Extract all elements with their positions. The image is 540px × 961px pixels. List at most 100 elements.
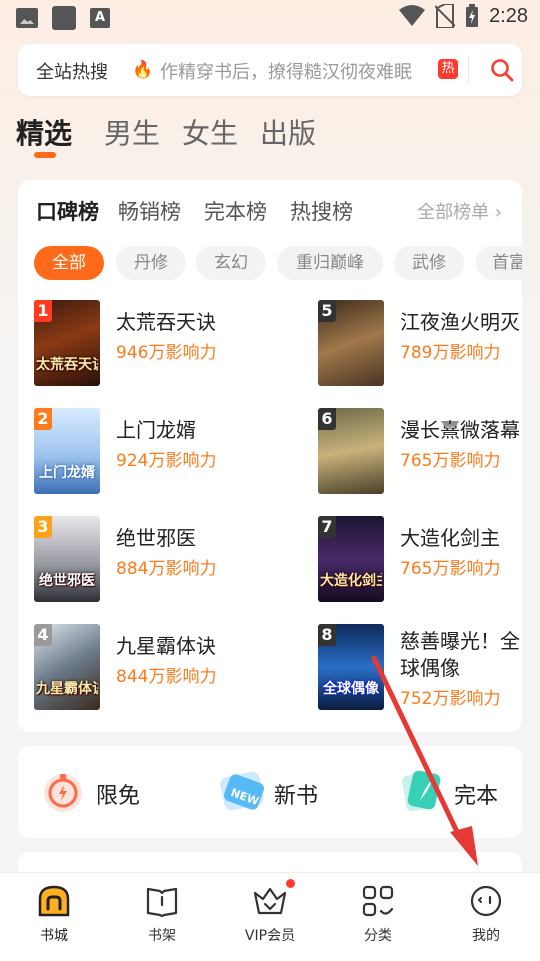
rank-number: 1 bbox=[34, 300, 52, 322]
status-bar: A 2:28 bbox=[0, 0, 540, 36]
nav-label: VIP会员 bbox=[244, 928, 296, 944]
search-bar[interactable]: 全站热搜 🔥 作精穿书后，撩得糙汉彻夜难眠 热 bbox=[18, 44, 522, 96]
rank-number: 5 bbox=[318, 300, 336, 322]
rank-number: 6 bbox=[318, 408, 336, 430]
tab-publish[interactable]: 出版 bbox=[260, 112, 316, 152]
clock: 2:28 bbox=[489, 4, 528, 27]
search-icon[interactable] bbox=[490, 58, 514, 82]
stopwatch-icon bbox=[44, 774, 82, 812]
no-sim-icon bbox=[435, 4, 456, 28]
notification-dot bbox=[286, 879, 295, 888]
book-item[interactable]: 7 大造化剑主 大造化剑主 765万影响力 bbox=[318, 516, 522, 604]
search-divider bbox=[468, 56, 469, 84]
rank-tab-hot-search[interactable]: 热搜榜 bbox=[290, 196, 353, 226]
book-item[interactable]: 5 江夜渔火明灭 789万影响力 bbox=[318, 300, 522, 388]
book-influence: 765万影响力 bbox=[400, 451, 501, 471]
ranking-card: 口碑榜 畅销榜 完本榜 热搜榜 全部榜单 › 全部 丹修 玄幻 重归巅峰 武修 … bbox=[18, 180, 522, 732]
cover-title: 九星霸体诀 bbox=[36, 681, 98, 697]
hot-search-label: 全站热搜 bbox=[36, 62, 108, 83]
search-input[interactable]: 作精穿书后，撩得糙汉彻夜难眠 bbox=[160, 58, 430, 84]
feature-new[interactable]: NEW 新书 bbox=[218, 768, 358, 816]
chip-martial[interactable]: 武修 bbox=[394, 246, 464, 280]
nav-category[interactable]: 分类 bbox=[324, 873, 432, 961]
vip-crown-icon bbox=[253, 887, 287, 915]
chip-richest[interactable]: 首富 bbox=[476, 246, 522, 280]
hot-badge: 热 bbox=[438, 59, 458, 79]
battery-charging-icon bbox=[466, 4, 479, 27]
rank-tab-completed[interactable]: 完本榜 bbox=[204, 196, 267, 226]
book-cover[interactable]: 1 太荒吞天诀 bbox=[34, 300, 100, 386]
category-grid-icon bbox=[362, 885, 394, 917]
feature-completed[interactable]: 完本 bbox=[398, 768, 518, 816]
book-item[interactable]: 4 九星霸体诀 九星霸体诀 844万影响力 bbox=[34, 624, 274, 712]
nav-label: 分类 bbox=[364, 928, 392, 944]
book-feather-icon bbox=[402, 770, 441, 812]
nav-profile[interactable]: 我的 bbox=[432, 873, 540, 961]
book-cover[interactable]: 5 bbox=[318, 300, 384, 386]
book-title[interactable]: 慈善曝光！全球偶像 bbox=[400, 628, 522, 682]
chip-fantasy[interactable]: 玄幻 bbox=[196, 246, 266, 280]
book-influence: 884万影响力 bbox=[116, 559, 217, 579]
book-cover[interactable]: 8 全球偶像 bbox=[318, 624, 384, 710]
font-notification-icon: A bbox=[90, 8, 110, 28]
feature-label: 限免 bbox=[96, 784, 141, 809]
rank-number: 7 bbox=[318, 516, 336, 538]
chip-alchemy[interactable]: 丹修 bbox=[116, 246, 186, 280]
book-title[interactable]: 上门龙婿 bbox=[116, 414, 276, 443]
nav-label: 书城 bbox=[40, 928, 68, 944]
new-tag-icon: NEW bbox=[220, 771, 265, 811]
book-influence: 789万影响力 bbox=[400, 343, 501, 363]
app-notification-icon bbox=[52, 6, 76, 30]
book-item[interactable]: 6 漫长熹微落幕 765万影响力 bbox=[318, 408, 522, 496]
tab-male[interactable]: 男生 bbox=[104, 112, 160, 152]
chip-return-peak[interactable]: 重归巅峰 bbox=[277, 246, 383, 280]
rank-number: 2 bbox=[34, 408, 52, 430]
book-influence: 844万影响力 bbox=[116, 667, 217, 687]
cover-title: 上门龙婿 bbox=[39, 465, 95, 481]
tab-indicator bbox=[34, 152, 56, 158]
rank-number: 4 bbox=[34, 624, 52, 646]
book-item[interactable]: 8 全球偶像 慈善曝光！全球偶像 752万影响力 bbox=[318, 624, 522, 712]
book-item[interactable]: 1 太荒吞天诀 太荒吞天诀 946万影响力 bbox=[34, 300, 274, 388]
nav-bookshelf[interactable]: 书架 bbox=[108, 873, 216, 961]
feature-label: 新书 bbox=[274, 784, 319, 809]
book-influence: 765万影响力 bbox=[400, 559, 501, 579]
rank-number: 3 bbox=[34, 516, 52, 538]
book-cover[interactable]: 6 bbox=[318, 408, 384, 494]
tab-female[interactable]: 女生 bbox=[182, 112, 238, 152]
book-item[interactable]: 2 上门龙婿 上门龙婿 924万影响力 bbox=[34, 408, 274, 496]
all-rankings-link[interactable]: 全部榜单 › bbox=[417, 198, 502, 224]
cover-title: 太荒吞天诀 bbox=[36, 357, 98, 373]
book-item[interactable]: 3 绝世邪医 绝世邪医 884万影响力 bbox=[34, 516, 274, 604]
profile-face-icon bbox=[470, 885, 502, 917]
fire-icon: 🔥 bbox=[132, 60, 154, 80]
feature-free[interactable]: 限免 bbox=[40, 768, 180, 816]
nav-vip[interactable]: VIP会员 bbox=[216, 873, 324, 961]
tab-featured[interactable]: 精选 bbox=[16, 112, 72, 152]
feature-shortcuts: 限免 NEW 新书 完本 bbox=[18, 746, 522, 838]
bookstore-icon bbox=[38, 885, 70, 917]
book-influence: 946万影响力 bbox=[116, 343, 217, 363]
book-title[interactable]: 大造化剑主 bbox=[400, 522, 522, 551]
nav-label: 我的 bbox=[472, 928, 500, 944]
book-title[interactable]: 九星霸体诀 bbox=[116, 630, 276, 659]
book-title[interactable]: 江夜渔火明灭 bbox=[400, 306, 522, 335]
book-title[interactable]: 太荒吞天诀 bbox=[116, 306, 276, 335]
chip-all[interactable]: 全部 bbox=[34, 246, 104, 280]
book-title[interactable]: 绝世邪医 bbox=[116, 522, 276, 551]
cover-title: 绝世邪医 bbox=[39, 573, 95, 589]
cover-title: 大造化剑主 bbox=[320, 573, 382, 589]
rank-tab-bestseller[interactable]: 畅销榜 bbox=[118, 196, 181, 226]
rank-number: 8 bbox=[318, 624, 336, 646]
book-title[interactable]: 漫长熹微落幕 bbox=[400, 414, 522, 443]
book-influence: 924万影响力 bbox=[116, 451, 217, 471]
book-cover[interactable]: 3 绝世邪医 bbox=[34, 516, 100, 602]
nav-label: 书架 bbox=[148, 928, 176, 944]
book-cover[interactable]: 4 九星霸体诀 bbox=[34, 624, 100, 710]
rank-tab-reputation[interactable]: 口碑榜 bbox=[36, 196, 99, 226]
genre-chips: 全部 丹修 玄幻 重归巅峰 武修 首富 bbox=[34, 246, 522, 280]
book-cover[interactable]: 2 上门龙婿 bbox=[34, 408, 100, 494]
book-cover[interactable]: 7 大造化剑主 bbox=[318, 516, 384, 602]
feature-label: 完本 bbox=[454, 784, 499, 809]
nav-bookstore[interactable]: 书城 bbox=[0, 873, 108, 961]
